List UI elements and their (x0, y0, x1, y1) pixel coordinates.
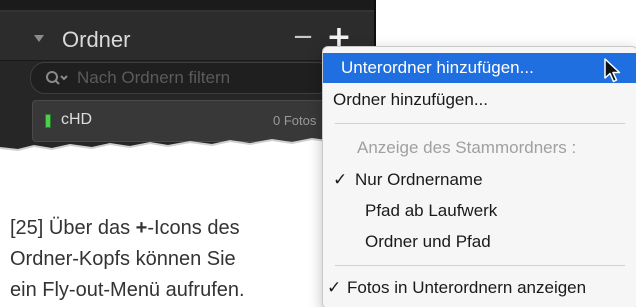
search-icon[interactable] (45, 69, 71, 87)
mouse-pointer-icon (604, 58, 621, 83)
caption-line-1-prefix: [25] Über das (10, 217, 136, 239)
remove-folder-button[interactable]: − (292, 24, 314, 50)
menu-item-path-from-volume[interactable]: Pfad ab Laufwerk (323, 196, 636, 226)
screenshot-root: Ordner − + cHD 0 Fotos [25] Über das +-I… (0, 0, 636, 307)
folder-filter-box[interactable] (30, 62, 332, 94)
caption-line-1: [25] Über das +-Icons des (10, 213, 310, 244)
drive-status-indicator (45, 114, 51, 128)
menu-item-folder-and-path[interactable]: Ordner und Pfad (323, 227, 636, 257)
panel-top-strip (0, 0, 374, 12)
torn-paper-edge (0, 136, 376, 174)
menu-separator (335, 123, 625, 124)
menu-item-folder-name-only[interactable]: ✓ Nur Ordnername (323, 165, 636, 195)
menu-section-label: Anzeige des Stammordners : (357, 138, 577, 157)
panel-title: Ordner (62, 27, 131, 52)
menu-item-label: Fotos in Unterordnern anzeigen (347, 278, 587, 297)
folder-filter-input[interactable] (77, 66, 317, 90)
figure-caption: [25] Über das +-Icons des Ordner-Kopfs k… (10, 213, 310, 306)
checkmark-icon: ✓ (333, 170, 348, 190)
menu-item-label: Pfad ab Laufwerk (365, 201, 498, 220)
menu-item-show-photos-in-subfolders[interactable]: ✓ Fotos in Unterordnern anzeigen (323, 273, 636, 303)
menu-section-root-folder-display: Anzeige des Stammordners : (323, 133, 636, 163)
menu-item-label: Ordner und Pfad (365, 232, 491, 251)
flyout-menu: Unterordner hinzufügen... Ordner hinzufü… (322, 46, 636, 307)
caption-line-2: Ordner-Kopfs können Sie (10, 248, 236, 270)
disclosure-triangle-icon[interactable] (34, 35, 44, 42)
menu-separator (335, 265, 625, 266)
menu-item-add-subfolder[interactable]: Unterordner hinzufügen... (323, 53, 636, 83)
checkmark-icon: ✓ (327, 278, 342, 298)
folders-panel-header[interactable]: Ordner − + (0, 12, 374, 61)
menu-item-label: Ordner hinzufügen... (333, 90, 488, 109)
menu-item-label: Unterordner hinzufügen... (341, 58, 534, 77)
caption-line-3: ein Fly-out-Menü aufrufen. (10, 279, 245, 301)
folder-photo-count: 0 Fotos (273, 113, 317, 128)
menu-item-add-folder[interactable]: Ordner hinzufügen... (323, 85, 636, 115)
caption-plus-symbol: + (135, 217, 148, 239)
caption-line-1-suffix: -Icons des (147, 217, 240, 239)
folder-name: cHD (61, 111, 93, 128)
menu-item-label: Nur Ordnername (355, 170, 483, 189)
